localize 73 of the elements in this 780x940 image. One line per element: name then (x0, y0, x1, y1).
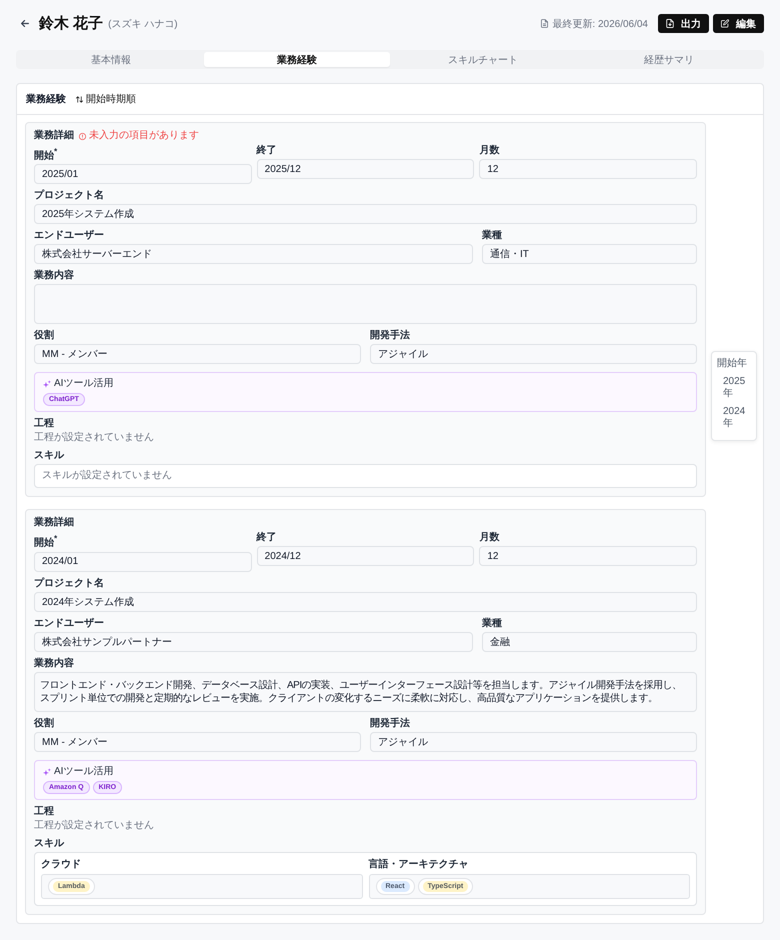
field-label: プロジェクト名 (34, 578, 105, 590)
edit-icon (721, 19, 729, 28)
description-field[interactable]: フロントエンド・バックエンド開発、データベース設計、APIの実装、ユーザーインターフェース設計等を担当します。アジャイル開発手法を採用し、スプリント単位での開発と定期的なレビューを実施。クライアントの変化するニーズに柔軟に対応し、高品質なアプリケーションを提供します。 (34, 672, 697, 712)
year-link[interactable]: 2025年 (717, 376, 747, 400)
end-date-field[interactable]: 2024/12 (256, 546, 474, 566)
field-label: スキル (34, 450, 66, 462)
name-reading: (スズキ ハナコ) (108, 18, 178, 30)
tab[interactable]: スキルチャート (390, 52, 576, 67)
sparkle-icon (43, 380, 51, 388)
field-label: 業種 (482, 230, 503, 242)
field-label: スキル (34, 838, 66, 850)
field-label: 開発手法 (370, 718, 411, 730)
last-updated-text: 最終更新: 2026/06/04 (552, 18, 648, 30)
end-user-field[interactable]: 株式会社サーバーエンド (34, 244, 473, 264)
field-label: プロジェクト名 (34, 190, 105, 202)
months-field[interactable]: 12 (479, 159, 697, 179)
field-label: 終了 (256, 145, 278, 157)
year-nav-title: 開始年 (717, 358, 748, 370)
field-label: 役割 (34, 330, 55, 342)
tab[interactable]: 経歴サマリ (576, 52, 762, 67)
field-label: 業務内容 (34, 658, 75, 670)
tab[interactable]: 基本情報 (18, 52, 204, 67)
end-user-field[interactable]: 株式会社サンプルパートナー (34, 632, 473, 652)
empty-process-text: 工程が設定されていません (34, 820, 155, 832)
file-download-icon (666, 19, 674, 28)
method-field[interactable]: アジャイル (370, 732, 697, 752)
start-date-field[interactable]: 2024/01 (34, 552, 252, 572)
start-date-field[interactable]: 2025/01 (34, 164, 252, 184)
project-name-field[interactable]: 2025年システム作成 (34, 204, 697, 224)
end-date-field[interactable]: 2025/12 (256, 159, 474, 179)
description-field[interactable] (34, 284, 697, 324)
role-field[interactable]: MM - メンバー (34, 732, 361, 752)
skill-category-label: クラウド (41, 858, 82, 871)
tab[interactable]: 業務経験 (204, 52, 390, 67)
alert-icon (79, 132, 86, 140)
ai-tools-label: AIツール活用 (54, 378, 114, 390)
skill-category-label: 言語・アーキテクチャ (368, 858, 470, 871)
empty-skills-text: スキルが設定されていません (42, 470, 172, 482)
export-button[interactable]: 出力 (658, 14, 709, 33)
field-label: エンドユーザー (34, 618, 105, 630)
warning-text: 未入力の項目があります (89, 130, 199, 142)
ai-tools-label: AIツール活用 (54, 766, 114, 778)
field-label: 工程 (34, 418, 55, 430)
person-name: 鈴木 花子 (39, 14, 104, 33)
card-heading: 業務詳細 (34, 517, 74, 530)
project-name-field[interactable]: 2024年システム作成 (34, 592, 697, 612)
field-label: 終了 (256, 532, 278, 544)
edit-button[interactable]: 編集 (713, 14, 764, 33)
field-label: 役割 (34, 718, 55, 730)
field-label: 開発手法 (370, 330, 411, 342)
empty-process-text: 工程が設定されていません (34, 432, 155, 444)
field-label: 業種 (482, 618, 503, 630)
industry-field[interactable]: 通信・IT (482, 244, 697, 264)
card-heading: 業務詳細 (34, 130, 74, 142)
field-label: 月数 (479, 532, 500, 544)
year-link[interactable]: 2024年 (717, 406, 747, 430)
industry-field[interactable]: 金融 (482, 632, 697, 652)
field-label: 工程 (34, 806, 55, 818)
field-label: エンドユーザー (34, 230, 105, 242)
section-title: 業務経験 (26, 92, 66, 106)
sparkle-icon (43, 768, 51, 776)
document-icon (541, 19, 548, 28)
months-field[interactable]: 12 (479, 546, 697, 566)
method-field[interactable]: アジャイル (370, 344, 697, 364)
field-label: 開始$^{*}$ (34, 145, 58, 162)
role-field[interactable]: MM - メンバー (34, 344, 361, 364)
sort-button[interactable]: 開始時期順 (76, 92, 136, 106)
arrow-left-icon (21, 20, 29, 27)
field-label: 月数 (479, 145, 500, 157)
field-label: 業務内容 (34, 270, 75, 282)
field-label: 開始$^{*}$ (34, 532, 58, 550)
sort-icon (76, 96, 83, 102)
back-button[interactable] (21, 20, 29, 27)
